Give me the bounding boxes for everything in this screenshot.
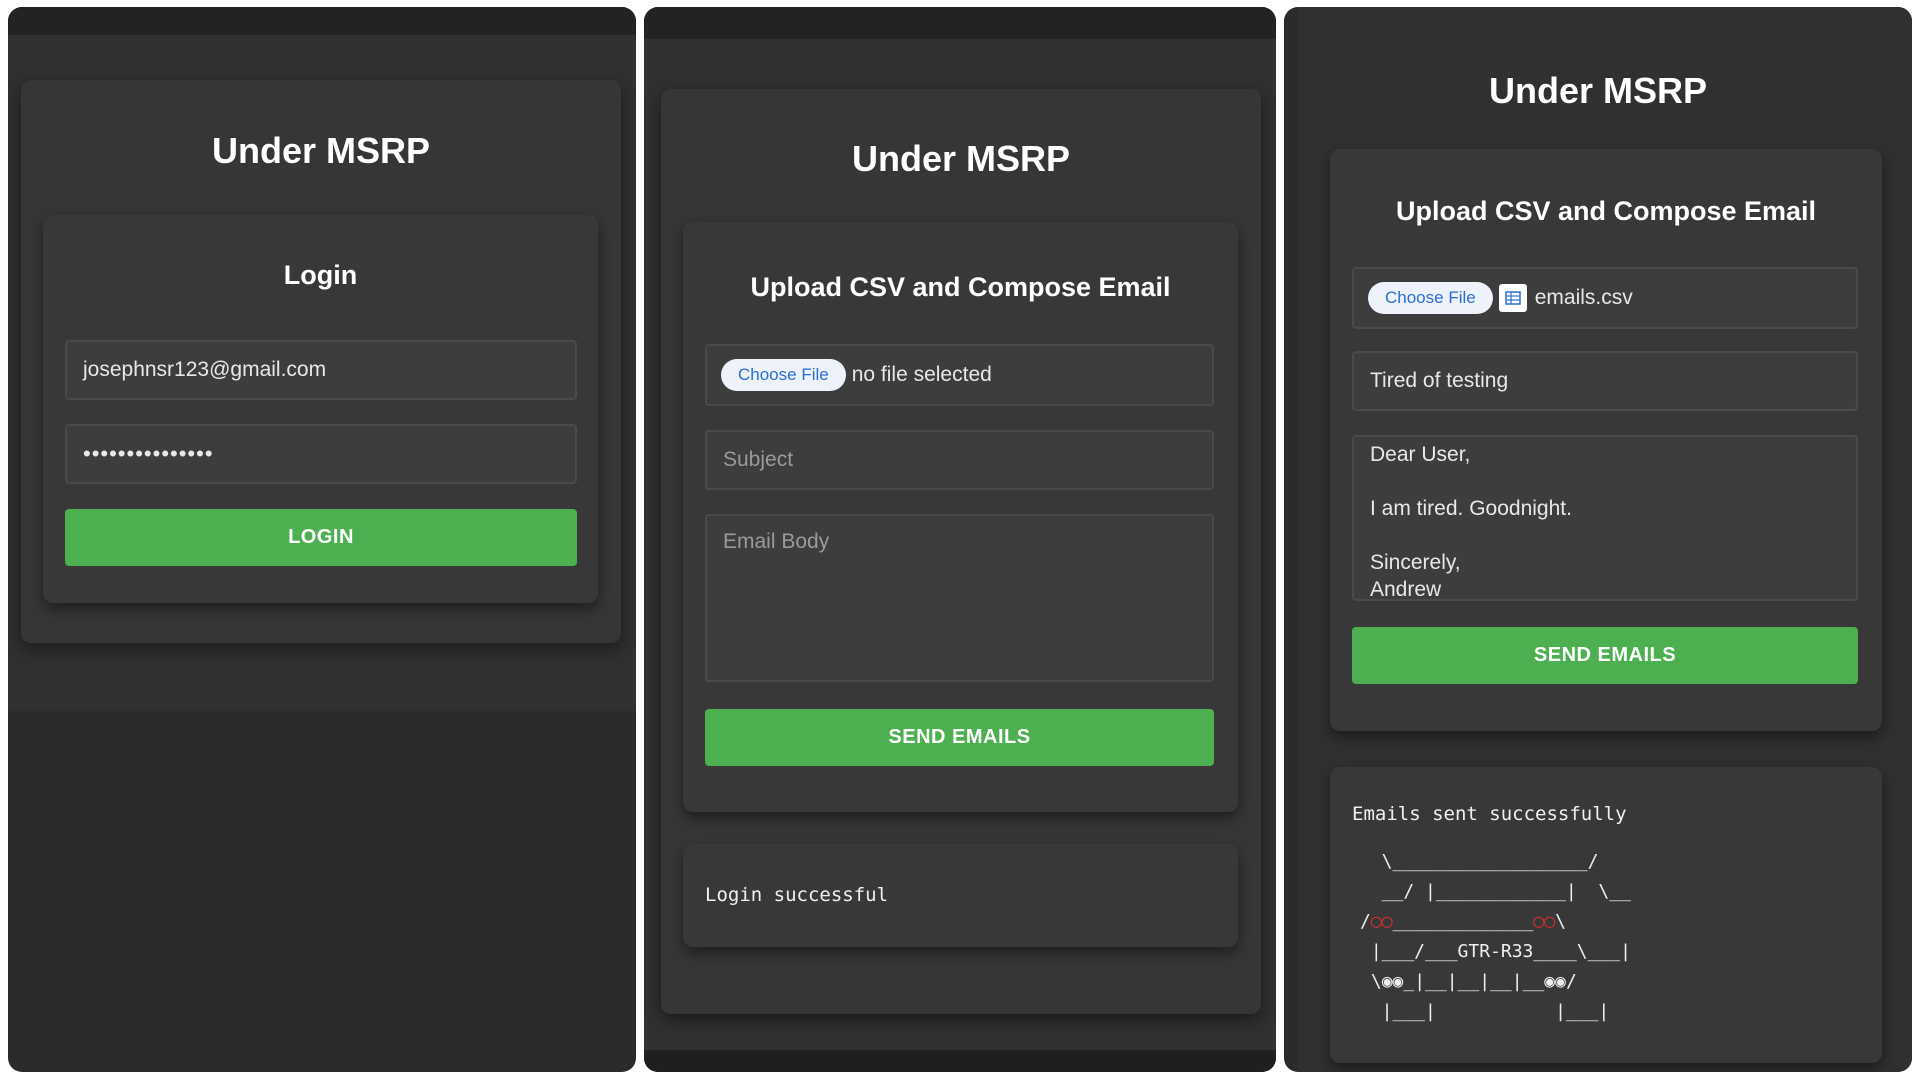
file-status-text: no file selected (851, 363, 992, 386)
send-emails-button[interactable]: SEND EMAILS (1352, 627, 1858, 684)
file-input[interactable]: Choose File no file selected (705, 344, 1214, 406)
status-message: Login successful (705, 884, 889, 906)
choose-file-button[interactable]: Choose File (721, 359, 846, 391)
compose-card: Upload CSV and Compose Email Choose File… (683, 222, 1238, 812)
compose-card: Upload CSV and Compose Email Choose File… (1330, 149, 1882, 731)
login-heading: Login (283, 260, 358, 290)
ascii-line: _____________ (1392, 911, 1534, 932)
email-body-text: Dear User, I am tired. Goodnight. Sincer… (1370, 441, 1572, 601)
app-title: Under MSRP (211, 130, 431, 171)
status-card: Login successful (683, 844, 1238, 947)
app-container: Under MSRP Upload CSV and Compose Email … (644, 39, 1276, 1050)
browser-bottom-bar (644, 1050, 1276, 1072)
compose-screen-empty: Under MSRP Upload CSV and Compose Email … (644, 7, 1276, 1072)
ascii-line: __/ |____________| \__ (1360, 881, 1631, 902)
ascii-line: |___| |___| (1360, 1001, 1610, 1022)
browser-top-bar (644, 7, 1276, 39)
compose-screen-filled: Under MSRP Upload CSV and Compose Email … (1284, 7, 1912, 1072)
ascii-line: / (1360, 911, 1371, 932)
body-line: Andrew (1370, 578, 1442, 601)
ascii-line: |___/___GTR-R33____\___| (1360, 941, 1631, 962)
choose-file-button[interactable]: Choose File (1368, 282, 1493, 314)
compose-heading: Upload CSV and Compose Email (1395, 196, 1817, 226)
compose-heading: Upload CSV and Compose Email (750, 272, 1171, 302)
subject-input[interactable]: Tired of testing (1352, 351, 1858, 411)
status-message: Emails sent successfully (1352, 803, 1627, 825)
file-input[interactable]: Choose File emails.csv (1352, 267, 1858, 329)
ascii-car-art: \__________________/ __/ |____________| … (1360, 847, 1631, 1027)
app-container: Under MSRP Upload CSV and Compose Email … (1298, 7, 1912, 1072)
headlight-icon: ◯◯ (1370, 911, 1393, 932)
email-body-textarea[interactable]: Email Body (705, 514, 1214, 682)
ascii-line: _|__|__|__|__ (1403, 971, 1545, 992)
app-title: Under MSRP (851, 138, 1071, 179)
status-card: Emails sent successfully \______________… (1330, 767, 1882, 1063)
ascii-line: \ (1360, 971, 1382, 992)
front-wheel-icon: ◉◉ (1381, 971, 1404, 992)
subject-input[interactable]: Subject (705, 430, 1214, 490)
spreadsheet-icon (1498, 284, 1527, 312)
password-field[interactable]: ••••••••••••••• (65, 424, 577, 484)
body-line: Sincerely, (1370, 551, 1461, 574)
body-line (1370, 522, 1572, 549)
body-line: I am tired. Goodnight. (1370, 497, 1572, 520)
taillight-icon: ◯◯ (1533, 911, 1556, 932)
login-button[interactable]: LOGIN (65, 509, 577, 566)
app-title: Under MSRP (1488, 70, 1708, 111)
app-card: Under MSRP Upload CSV and Compose Email … (661, 89, 1261, 1014)
login-screen: Under MSRP Login josephnsr123@gmail.com … (8, 7, 636, 1072)
body-line (1370, 468, 1572, 495)
rear-wheel-icon: ◉◉ (1544, 971, 1566, 992)
email-field[interactable]: josephnsr123@gmail.com (65, 340, 577, 400)
browser-top-bar (8, 7, 636, 35)
login-card: Login josephnsr123@gmail.com •••••••••••… (43, 215, 598, 603)
ascii-line: / (1565, 971, 1577, 992)
app-card: Under MSRP Login josephnsr123@gmail.com … (21, 80, 621, 643)
body-line: Dear User, (1370, 443, 1471, 466)
file-name-text: emails.csv (1534, 286, 1633, 309)
send-emails-button[interactable]: SEND EMAILS (705, 709, 1214, 766)
app-container: Under MSRP Login josephnsr123@gmail.com … (8, 35, 636, 711)
ascii-line: \__________________/ (1360, 851, 1599, 872)
ascii-line: \ (1555, 911, 1566, 932)
email-body-textarea[interactable]: Dear User, I am tired. Goodnight. Sincer… (1352, 435, 1858, 601)
